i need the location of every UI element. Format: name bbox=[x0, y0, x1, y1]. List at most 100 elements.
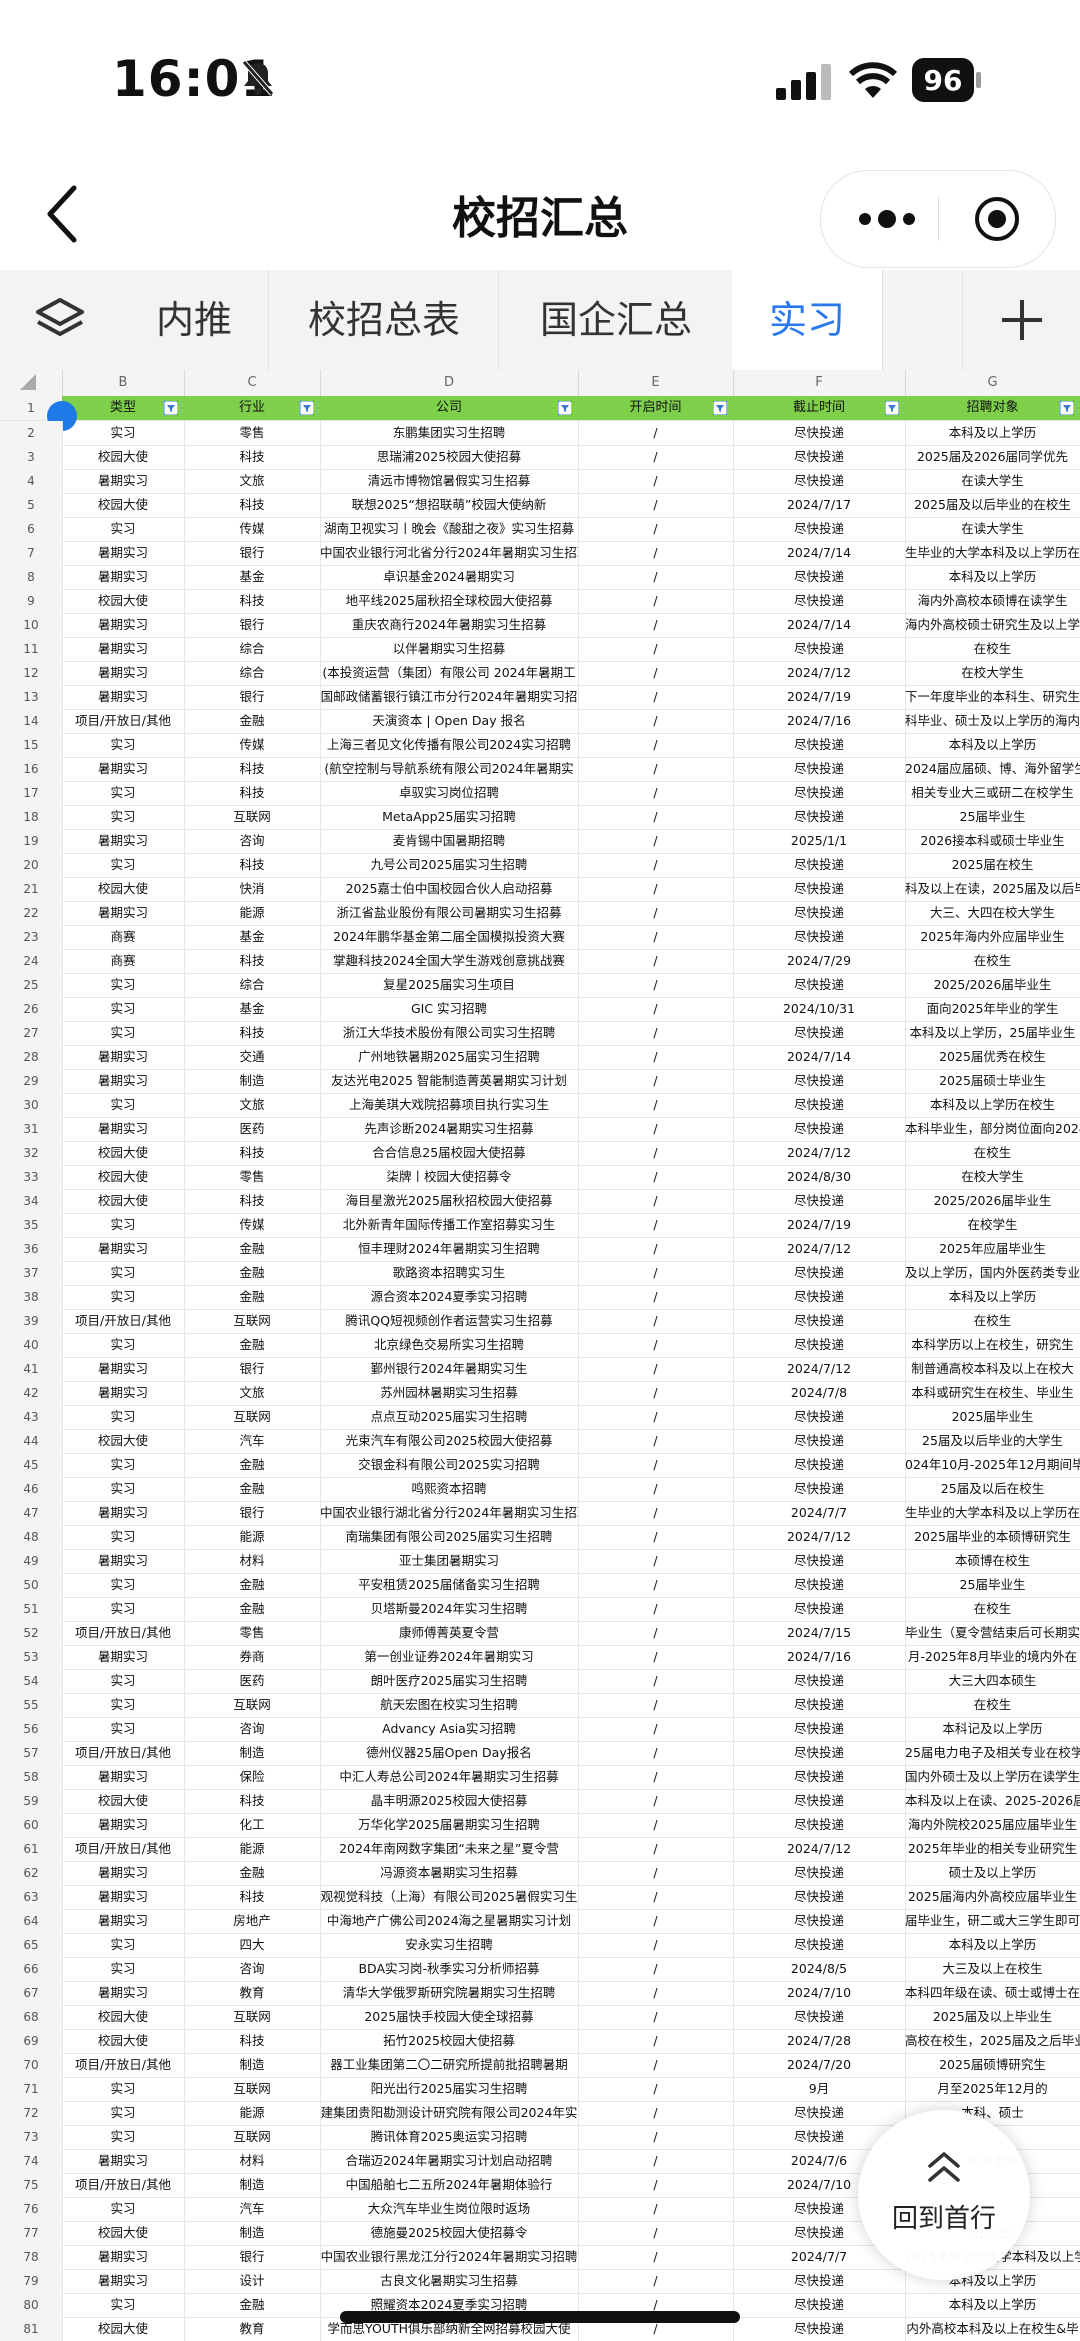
industry-cell[interactable]: 制造 bbox=[184, 1741, 321, 1765]
start-date-cell[interactable]: / bbox=[578, 781, 734, 805]
table-row[interactable]: 44 校园大使 汽车 光束汽车有限公司2025校园大使招募 / 尽快投递 25届及以后毕业的… bbox=[0, 1429, 1080, 1454]
start-date-cell[interactable]: / bbox=[578, 2197, 734, 2221]
tab-soe-summary[interactable]: 国企汇总 bbox=[512, 270, 720, 370]
company-cell[interactable]: (航空控制与导航系统有限公司2024年暑期实 bbox=[320, 757, 579, 781]
row-number[interactable]: 64 bbox=[0, 1909, 63, 1933]
table-row[interactable]: 21 校园大使 快消 2025嘉士伯中国校园合伙人启动招募 / 尽快投递 科及以上在读，20… bbox=[0, 877, 1080, 902]
row-number[interactable]: 2 bbox=[0, 421, 63, 445]
deadline-cell[interactable]: 2024/7/14 bbox=[733, 541, 906, 565]
type-cell[interactable]: 暑期实习 bbox=[62, 757, 185, 781]
industry-cell[interactable]: 银行 bbox=[184, 1357, 321, 1381]
company-cell[interactable]: 康师傅菁英夏令营 bbox=[320, 1621, 579, 1645]
table-row[interactable]: 41 暑期实习 银行 鄞州银行2024年暑期实习生/2024/7/12 制普通高校本科及… bbox=[0, 1357, 1080, 1382]
type-cell[interactable]: 暑期实习 bbox=[62, 1237, 185, 1261]
row-number[interactable]: 59 bbox=[0, 1789, 63, 1813]
company-cell[interactable]: 大众汽车毕业生岗位限时返场 bbox=[320, 2197, 579, 2221]
type-cell[interactable]: 校园大使 bbox=[62, 493, 185, 517]
row-number[interactable]: 54 bbox=[0, 1669, 63, 1693]
start-date-cell[interactable]: / bbox=[578, 2149, 734, 2173]
company-cell[interactable]: 清远市博物馆暑假实习生招募 bbox=[320, 469, 579, 493]
filter-icon[interactable] bbox=[300, 401, 314, 415]
start-date-cell[interactable]: / bbox=[578, 2125, 734, 2149]
company-cell[interactable]: 冯源资本暑期实习生招募 bbox=[320, 1861, 579, 1885]
start-date-cell[interactable]: / bbox=[578, 1069, 734, 1093]
industry-cell[interactable]: 传媒 bbox=[184, 1213, 321, 1237]
table-row[interactable]: 18 实习 互联网 MetaApp25届实习招聘 / 尽快投递 25届毕业生 bbox=[0, 805, 1080, 830]
company-cell[interactable]: 上海美琪大戏院招募项目执行实习生 bbox=[320, 1093, 579, 1117]
deadline-cell[interactable]: 尽快投递 bbox=[733, 1741, 906, 1765]
start-date-cell[interactable]: / bbox=[578, 1381, 734, 1405]
industry-cell[interactable]: 科技 bbox=[184, 493, 321, 517]
table-row[interactable]: 13 暑期实习 银行 国邮政储蓄银行镇江市分行2024年暑期实习招/2024/7/19… bbox=[0, 685, 1080, 710]
target-cell[interactable]: 大三及以上在校生 bbox=[905, 1957, 1080, 1981]
row-number[interactable]: 29 bbox=[0, 1069, 63, 1093]
type-cell[interactable]: 实习 bbox=[62, 1573, 185, 1597]
table-row[interactable]: 30 实习 文旅 上海美琪大戏院招募项目执行实习生 / 尽快投递 本科及以上学历在校生 bbox=[0, 1093, 1080, 1118]
deadline-cell[interactable]: 尽快投递 bbox=[733, 1189, 906, 1213]
target-cell[interactable]: 月至2025年12月的 bbox=[905, 2077, 1080, 2101]
industry-cell[interactable]: 互联网 bbox=[184, 2125, 321, 2149]
target-cell[interactable]: 本科记及以上学历 bbox=[905, 1717, 1080, 1741]
deadline-cell[interactable]: 2024/7/29 bbox=[733, 949, 906, 973]
company-cell[interactable]: 拓竹2025校园大使招募 bbox=[320, 2029, 579, 2053]
deadline-cell[interactable]: 尽快投递 bbox=[733, 1285, 906, 1309]
type-cell[interactable]: 校园大使 bbox=[62, 445, 185, 469]
type-cell[interactable]: 校园大使 bbox=[62, 2317, 185, 2341]
type-cell[interactable]: 实习 bbox=[62, 1669, 185, 1693]
industry-cell[interactable]: 制造 bbox=[184, 1069, 321, 1093]
table-row[interactable]: 33 校园大使 零售 柒牌丨校园大使招募令/2024/8/30 在校大学生 bbox=[0, 1165, 1080, 1190]
row-number[interactable]: 18 bbox=[0, 805, 63, 829]
target-cell[interactable]: 届毕业生，研二或大三学生即可 bbox=[905, 1909, 1080, 1933]
target-cell[interactable]: 2025届在校生 bbox=[905, 853, 1080, 877]
start-date-cell[interactable]: / bbox=[578, 1741, 734, 1765]
row-number[interactable]: 51 bbox=[0, 1597, 63, 1621]
company-cell[interactable]: 2025嘉士伯中国校园合伙人启动招募 bbox=[320, 877, 579, 901]
row-number[interactable]: 21 bbox=[0, 877, 63, 901]
target-cell[interactable]: 硕士及以上学历 bbox=[905, 1861, 1080, 1885]
target-cell[interactable]: 本科毕业生，部分岗位面向2024届 bbox=[905, 1117, 1080, 1141]
col-letter[interactable]: E bbox=[578, 370, 734, 396]
industry-cell[interactable]: 科技 bbox=[184, 949, 321, 973]
deadline-cell[interactable]: 尽快投递 bbox=[733, 1093, 906, 1117]
row-number[interactable]: 6 bbox=[0, 517, 63, 541]
company-cell[interactable]: 合瑞迈2024年暑期实习计划启动招聘 bbox=[320, 2149, 579, 2173]
row-number[interactable]: 76 bbox=[0, 2197, 63, 2221]
industry-cell[interactable]: 金融 bbox=[184, 1333, 321, 1357]
company-cell[interactable]: 观视觉科技（上海）有限公司2025暑假实习生 bbox=[320, 1885, 579, 1909]
start-date-cell[interactable]: / bbox=[578, 757, 734, 781]
industry-cell[interactable]: 房地产 bbox=[184, 1909, 321, 1933]
start-date-cell[interactable]: / bbox=[578, 445, 734, 469]
target-cell[interactable]: 2026接本科或硕士毕业生 bbox=[905, 829, 1080, 853]
industry-cell[interactable]: 综合 bbox=[184, 637, 321, 661]
type-cell[interactable]: 暑期实习 bbox=[62, 1045, 185, 1069]
deadline-cell[interactable]: 尽快投递 bbox=[733, 589, 906, 613]
row-number[interactable]: 63 bbox=[0, 1885, 63, 1909]
table-row[interactable]: 58 暑期实习 保险 中汇人寿总公司2024年暑期实习生招募 / 尽快投递 国内外硕士及以上… bbox=[0, 1765, 1080, 1790]
start-date-cell[interactable]: / bbox=[578, 1405, 734, 1429]
start-date-cell[interactable]: / bbox=[578, 1693, 734, 1717]
company-cell[interactable]: 以伴暑期实习生招募 bbox=[320, 637, 579, 661]
row-number[interactable]: 28 bbox=[0, 1045, 63, 1069]
type-cell[interactable]: 实习 bbox=[62, 1717, 185, 1741]
industry-cell[interactable]: 互联网 bbox=[184, 2005, 321, 2029]
target-cell[interactable]: 在校大学生 bbox=[905, 1165, 1080, 1189]
table-row[interactable]: 19 暑期实习 咨询 麦肯锡中国暑期招聘/2025/1/1 2026接本科或硕士毕业生 bbox=[0, 829, 1080, 854]
table-row[interactable]: 26 实习 基金 GIC 实习招聘/2024/10/31 面向2025年毕业的学生 bbox=[0, 997, 1080, 1022]
type-cell[interactable]: 暑期实习 bbox=[62, 2245, 185, 2269]
type-cell[interactable]: 商赛 bbox=[62, 925, 185, 949]
table-row[interactable]: 34 校园大使 科技 海目星激光2025届秋招校园大使招募 / 尽快投递 2025/2026… bbox=[0, 1189, 1080, 1214]
company-cell[interactable]: 北外新青年国际传播工作室招募实习生 bbox=[320, 1213, 579, 1237]
row-number[interactable]: 33 bbox=[0, 1165, 63, 1189]
filter-icon[interactable] bbox=[885, 401, 899, 415]
row-number[interactable]: 43 bbox=[0, 1405, 63, 1429]
type-cell[interactable]: 暑期实习 bbox=[62, 1357, 185, 1381]
target-cell[interactable]: 在校生 bbox=[905, 637, 1080, 661]
target-cell[interactable]: 024年10月-2025年12月期间毕 bbox=[905, 1453, 1080, 1477]
deadline-cell[interactable]: 尽快投递 bbox=[733, 1405, 906, 1429]
type-cell[interactable]: 实习 bbox=[62, 1957, 185, 1981]
deadline-cell[interactable]: 2024/7/19 bbox=[733, 1213, 906, 1237]
industry-cell[interactable]: 基金 bbox=[184, 997, 321, 1021]
industry-cell[interactable]: 教育 bbox=[184, 2317, 321, 2341]
type-cell[interactable]: 暑期实习 bbox=[62, 1381, 185, 1405]
deadline-cell[interactable]: 2024/8/30 bbox=[733, 1165, 906, 1189]
